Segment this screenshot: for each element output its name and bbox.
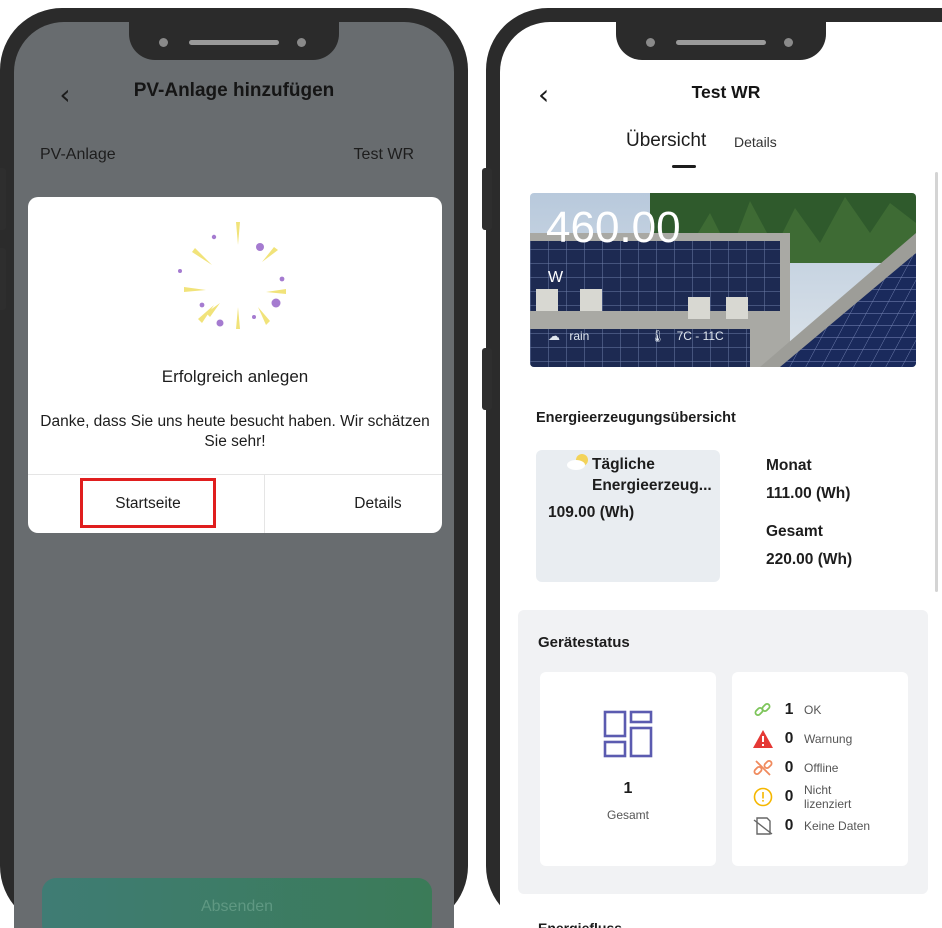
status-row-offline[interactable]: 0 Offline bbox=[752, 758, 838, 778]
device-total-count: 1 bbox=[623, 780, 633, 797]
sensor-dot bbox=[784, 38, 793, 47]
month-value: 111.00 (Wh) bbox=[766, 485, 851, 502]
dialog-message: Danke, dass Sie uns heute besucht haben.… bbox=[40, 413, 430, 450]
tab-details[interactable]: Details bbox=[734, 134, 777, 150]
status-unlicensed-count: 0 bbox=[784, 788, 794, 805]
thermometer-icon: 🌡 bbox=[650, 329, 666, 343]
page-title: PV-Anlage hinzufügen bbox=[133, 80, 335, 101]
submit-button[interactable]: Absenden bbox=[42, 878, 432, 928]
link-icon bbox=[754, 703, 771, 716]
partly-cloudy-icon bbox=[567, 454, 588, 470]
startseite-button[interactable]: Startseite bbox=[80, 475, 216, 533]
temperature-info: 🌡 7C - 11C bbox=[650, 329, 724, 343]
phone-notch bbox=[616, 22, 826, 60]
cloud-rain-icon: ☁ bbox=[548, 329, 560, 343]
success-dialog: Erfolgreich anlegen Danke, dass Sie uns … bbox=[28, 197, 442, 533]
temperature-text: 7C - 11C bbox=[676, 329, 724, 343]
success-burst-icon bbox=[178, 222, 286, 329]
current-power-value: 460.00 bbox=[546, 203, 681, 252]
scrollbar[interactable] bbox=[935, 172, 938, 592]
status-row-no-data[interactable]: 0 Keine Daten bbox=[752, 816, 870, 836]
left-header: ‹ PV-Anlage hinzufügen bbox=[14, 74, 454, 124]
status-ok-label: OK bbox=[804, 703, 822, 717]
right-phone-frame: ‹ Test WR Übersicht Details 460.00 W ☁ r… bbox=[482, 8, 942, 928]
sensor-dot bbox=[297, 38, 306, 47]
speaker-grille bbox=[189, 40, 279, 45]
status-row-ok[interactable]: 1 OK bbox=[752, 700, 821, 720]
pv-system-label: PV-Anlage bbox=[40, 146, 116, 163]
broken-link-icon bbox=[753, 760, 773, 776]
device-grid-icon bbox=[603, 710, 653, 758]
status-row-warning[interactable]: 0 Warnung bbox=[752, 729, 852, 749]
status-row-unlicensed[interactable]: 0 Nicht lizenziert bbox=[752, 783, 864, 811]
status-warning-label: Warnung bbox=[804, 732, 853, 746]
exclamation-circle-icon bbox=[753, 787, 773, 807]
left-phone-frame: ‹ PV-Anlage hinzufügen PV-Anlage Test WR bbox=[0, 8, 468, 928]
device-total-card[interactable]: 1 Gesamt bbox=[540, 672, 716, 866]
speaker-grille bbox=[676, 40, 766, 45]
camera-dot bbox=[646, 38, 655, 47]
status-no-data-label: Keine Daten bbox=[804, 819, 871, 833]
active-tab-indicator bbox=[672, 165, 696, 168]
status-no-data-count: 0 bbox=[784, 817, 794, 834]
weather-info: ☁ rain bbox=[548, 329, 589, 343]
phone-notch bbox=[129, 22, 339, 60]
pv-system-row[interactable]: PV-Anlage Test WR bbox=[14, 134, 454, 178]
power-unit: W bbox=[548, 269, 564, 286]
device-status-title: Gerätestatus bbox=[538, 634, 630, 651]
solar-banner: 460.00 W ☁ rain 🌡 7C - 11C bbox=[530, 193, 916, 367]
details-button[interactable]: Details bbox=[318, 475, 438, 533]
next-section-title: Energiefluss bbox=[538, 920, 623, 928]
status-warning-count: 0 bbox=[784, 730, 794, 747]
dialog-button-divider bbox=[264, 475, 265, 533]
warning-icon bbox=[753, 730, 773, 748]
red-highlight-box bbox=[80, 478, 216, 528]
daily-energy-value: 109.00 (Wh) bbox=[548, 504, 635, 521]
volume-up-button bbox=[0, 168, 6, 230]
total-energy-label: Gesamt bbox=[766, 523, 823, 540]
right-screen: ‹ Test WR Übersicht Details 460.00 W ☁ r… bbox=[500, 22, 942, 928]
energy-section-title: Energieerzeugungsübersicht bbox=[536, 410, 736, 426]
details-label: Details bbox=[354, 495, 402, 512]
device-total-label: Gesamt bbox=[606, 808, 649, 822]
daily-energy-card[interactable]: Tägliche Energieerzeug... 109.00 (Wh) bbox=[536, 450, 720, 582]
volume-down-button bbox=[482, 348, 492, 410]
device-status-list: 1 OK 0 Warnung 0 Offline 0 Nicht lizenzi… bbox=[732, 672, 908, 866]
pv-system-value: Test WR bbox=[353, 146, 414, 163]
status-unlicensed-label: Nicht lizenziert bbox=[804, 783, 852, 811]
total-energy-value: 220.00 (Wh) bbox=[766, 551, 853, 568]
no-data-icon bbox=[753, 817, 773, 835]
submit-label: Absenden bbox=[200, 898, 274, 915]
left-screen: ‹ PV-Anlage hinzufügen PV-Anlage Test WR bbox=[14, 22, 454, 928]
daily-energy-label: Tägliche Energieerzeug... bbox=[592, 456, 712, 494]
dialog-title: Erfolgreich anlegen bbox=[161, 367, 309, 386]
camera-dot bbox=[159, 38, 168, 47]
device-status-section: Gerätestatus 1 Gesamt 1 OK 0 Warnung 0 O… bbox=[518, 610, 928, 894]
status-offline-count: 0 bbox=[784, 759, 794, 776]
weather-text: rain bbox=[569, 329, 590, 343]
page-title: Test WR bbox=[691, 82, 761, 102]
volume-up-button bbox=[482, 168, 492, 230]
status-offline-label: Offline bbox=[804, 761, 839, 775]
tab-overview[interactable]: Übersicht bbox=[626, 130, 706, 152]
status-ok-count: 1 bbox=[784, 701, 794, 718]
month-label: Monat bbox=[766, 457, 812, 474]
volume-down-button bbox=[0, 248, 6, 310]
